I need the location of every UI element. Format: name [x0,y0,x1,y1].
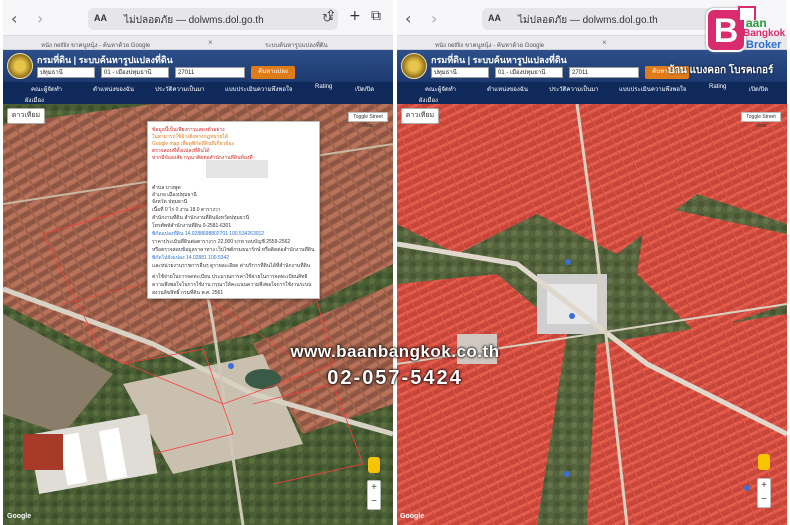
menu-team[interactable]: คณะผู้จัดทำ [31,84,62,94]
menu-toggle[interactable]: เปิด/ปิด [749,84,768,94]
street-view-toggle[interactable]: Toggle Street View [741,112,781,129]
right-screenshot: ‹ › AA ไม่ปลอดภัย — dolwms.dol.go.th ↻ ห… [397,0,787,525]
popup-line: จังหวัด ปทุมธานี [152,199,188,205]
popup-coordinates-link[interactable]: พิกัดแปลงที่ดิน 14.0288698802701 100.534… [152,230,264,238]
tab-bar: หนัง netflix ขาคนูหนุ้ง - ค้นหาด้วย Goog… [3,36,393,50]
menu-history[interactable]: ประวัติความเป็นมา [549,84,599,94]
menu-rating[interactable]: Rating [709,84,726,90]
tabs-icon[interactable]: ⧉ [371,8,381,24]
province-select[interactable]: ปทุมธานี [431,67,489,78]
dol-title: กรมที่ดิน | ระบบค้นหารูปแปลงที่ดิน [37,55,173,65]
district-select[interactable]: 01 - เมืองปทุมธานี [101,67,169,78]
close-tab-icon[interactable]: × [208,38,213,47]
new-tab-button[interactable]: + [349,8,361,24]
popup-line: สำนักงานที่ดิน สำนักงานที่ดินจังหวัดปทุม… [152,215,250,221]
parcel-info-popup: ข้อมูลนี้เป็นเพียงการแสดงตัวอย่าง ไม่สาม… [147,121,320,299]
popup-line[interactable]: หรือตรวจสอบข้อมูลราคาทาง เว็บไซต์กรมธนาร… [152,246,314,254]
dol-menu: คณะผู้จัดทำ ตำแหน่งของฉัน ประวัติความเป็… [397,82,787,94]
search-parcel-button[interactable]: ค้นหาแปลง [251,66,295,79]
pegman-icon[interactable] [368,457,380,473]
popup-line: เนื้อที่ 0 ไร่ 0 งาน 18.0 ตารางวา [152,207,221,213]
menu-my-location[interactable]: ตำแหน่งของฉัน [487,84,528,94]
popup-line[interactable]: ค่าใช้จ่ายในการจดทะเบียน ประมาณการค่าใช้… [152,273,307,281]
dol-menu-2: ผังเมือง [3,94,393,104]
zoom-out-button[interactable]: − [368,495,380,509]
dol-logo-icon [401,53,427,79]
province-select[interactable]: ปทุมธานี [37,67,95,78]
zoom-in-button[interactable]: + [368,481,380,495]
back-button[interactable]: ‹ [11,9,17,28]
satellite-map-parcels[interactable] [397,104,787,525]
menu-toggle[interactable]: เปิด/ปิด [355,84,374,94]
menu-my-location[interactable]: ตำแหน่งของฉัน [93,84,134,94]
tab-dol-map[interactable]: ระบบค้นหารูปแปลงที่ดิน [265,40,328,50]
forward-button[interactable]: › [37,9,43,28]
popup-navigate-link[interactable]: พิกัดไปยังแปลง 14.02881 100.5342 [152,254,229,262]
popup-line: และหน่วยงานราชการอื่นๆ ดูรายละเอียด ค่าบ… [152,263,311,269]
zoom-out-button[interactable]: − [758,493,770,507]
zoom-in-button[interactable]: + [758,479,770,493]
dol-title: กรมที่ดิน | ระบบค้นหารูปแปลงที่ดิน [431,55,567,65]
back-button[interactable]: ‹ [405,9,411,28]
safari-toolbar: ‹ › AA ไม่ปลอดภัย — dolwms.dol.go.th ↻ ⇪… [3,0,393,36]
zoom-control[interactable]: + − [757,478,771,508]
share-icon[interactable]: ⇪ [325,8,337,24]
reader-aa-button[interactable]: AA [488,13,501,23]
redacted-area [206,160,268,178]
url-text: ไม่ปลอดภัย — dolwms.dol.go.th [518,15,658,26]
brand-line-3: Broker [746,39,782,51]
url-text: ไม่ปลอดภัย — dolwms.dol.go.th [124,15,264,26]
dol-header: กรมที่ดิน | ระบบค้นหารูปแปลงที่ดิน ปทุมธ… [3,50,393,82]
watermark-url: www.baanbangkok.co.th [290,342,500,361]
reader-aa-button[interactable]: AA [94,13,107,23]
tab-google-search[interactable]: หนัง netflix ขาคนูหนุ้ง - ค้นหาด้วย Goog… [41,40,150,50]
address-bar[interactable]: AA ไม่ปลอดภัย — dolwms.dol.go.th ↻ [88,8,338,30]
menu-history[interactable]: ประวัติความเป็นมา [155,84,205,94]
pegman-icon[interactable] [758,454,770,470]
brand-line-2: Bangkok [743,28,786,39]
address-bar[interactable]: AA ไม่ปลอดภัย — dolwms.dol.go.th ↻ [482,8,732,30]
brand-caption: บ้าน แบงคอก โบรคเกอร์ [668,65,774,76]
tab-google-search[interactable]: หนัง netflix ขาคนูหนุ้ง - ค้นหาด้วย Goog… [435,40,544,50]
google-logo: Google [400,513,425,520]
popup-line: ราคาประเมินที่ดินต่อตารางวา 22,000 บาท ร… [152,239,291,245]
street-view-toggle[interactable]: Toggle Street View [348,112,388,129]
menu-survey[interactable]: แบบประเมินความพึงพอใจ [225,84,292,94]
map-type-button[interactable]: ดาวเทียม [7,108,45,124]
popup-line: โทรศัพท์สำนักงานที่ดิน 0-2581-6301 [152,223,232,229]
dol-logo-icon [7,53,33,79]
district-select[interactable]: 01 - เมืองปทุมธานี [495,67,563,78]
menu-survey[interactable]: แบบประเมินความพึงพอใจ [619,84,686,94]
parcel-input[interactable]: 27011 [569,67,639,78]
dol-menu: คณะผู้จัดทำ ตำแหน่งของฉัน ประวัติความเป็… [3,82,393,94]
forward-button[interactable]: › [431,9,437,28]
parcel-input[interactable]: 27011 [175,67,245,78]
popup-line: สงวนลิขสิทธิ์ กรมที่ดิน พ.ศ. 2561 [152,290,224,296]
baanbangkok-logo: B aan Bangkok Broker [706,6,788,58]
google-logo: Google [7,513,32,520]
dol-menu-2: ผังเมือง [397,94,787,104]
popup-line[interactable]: ความพึงพอใจในการใช้งาน กรุณาให้คะแนนความ… [152,281,311,289]
map-type-button[interactable]: ดาวเทียม [401,108,439,124]
zoom-control[interactable]: + − [367,480,381,510]
menu-team[interactable]: คณะผู้จัดทำ [425,84,456,94]
left-screenshot: ‹ › AA ไม่ปลอดภัย — dolwms.dol.go.th ↻ ⇪… [3,0,393,525]
watermark-phone: 02-057-5424 [327,367,463,389]
menu-rating[interactable]: Rating [315,84,332,90]
close-tab-icon[interactable]: × [602,38,607,47]
